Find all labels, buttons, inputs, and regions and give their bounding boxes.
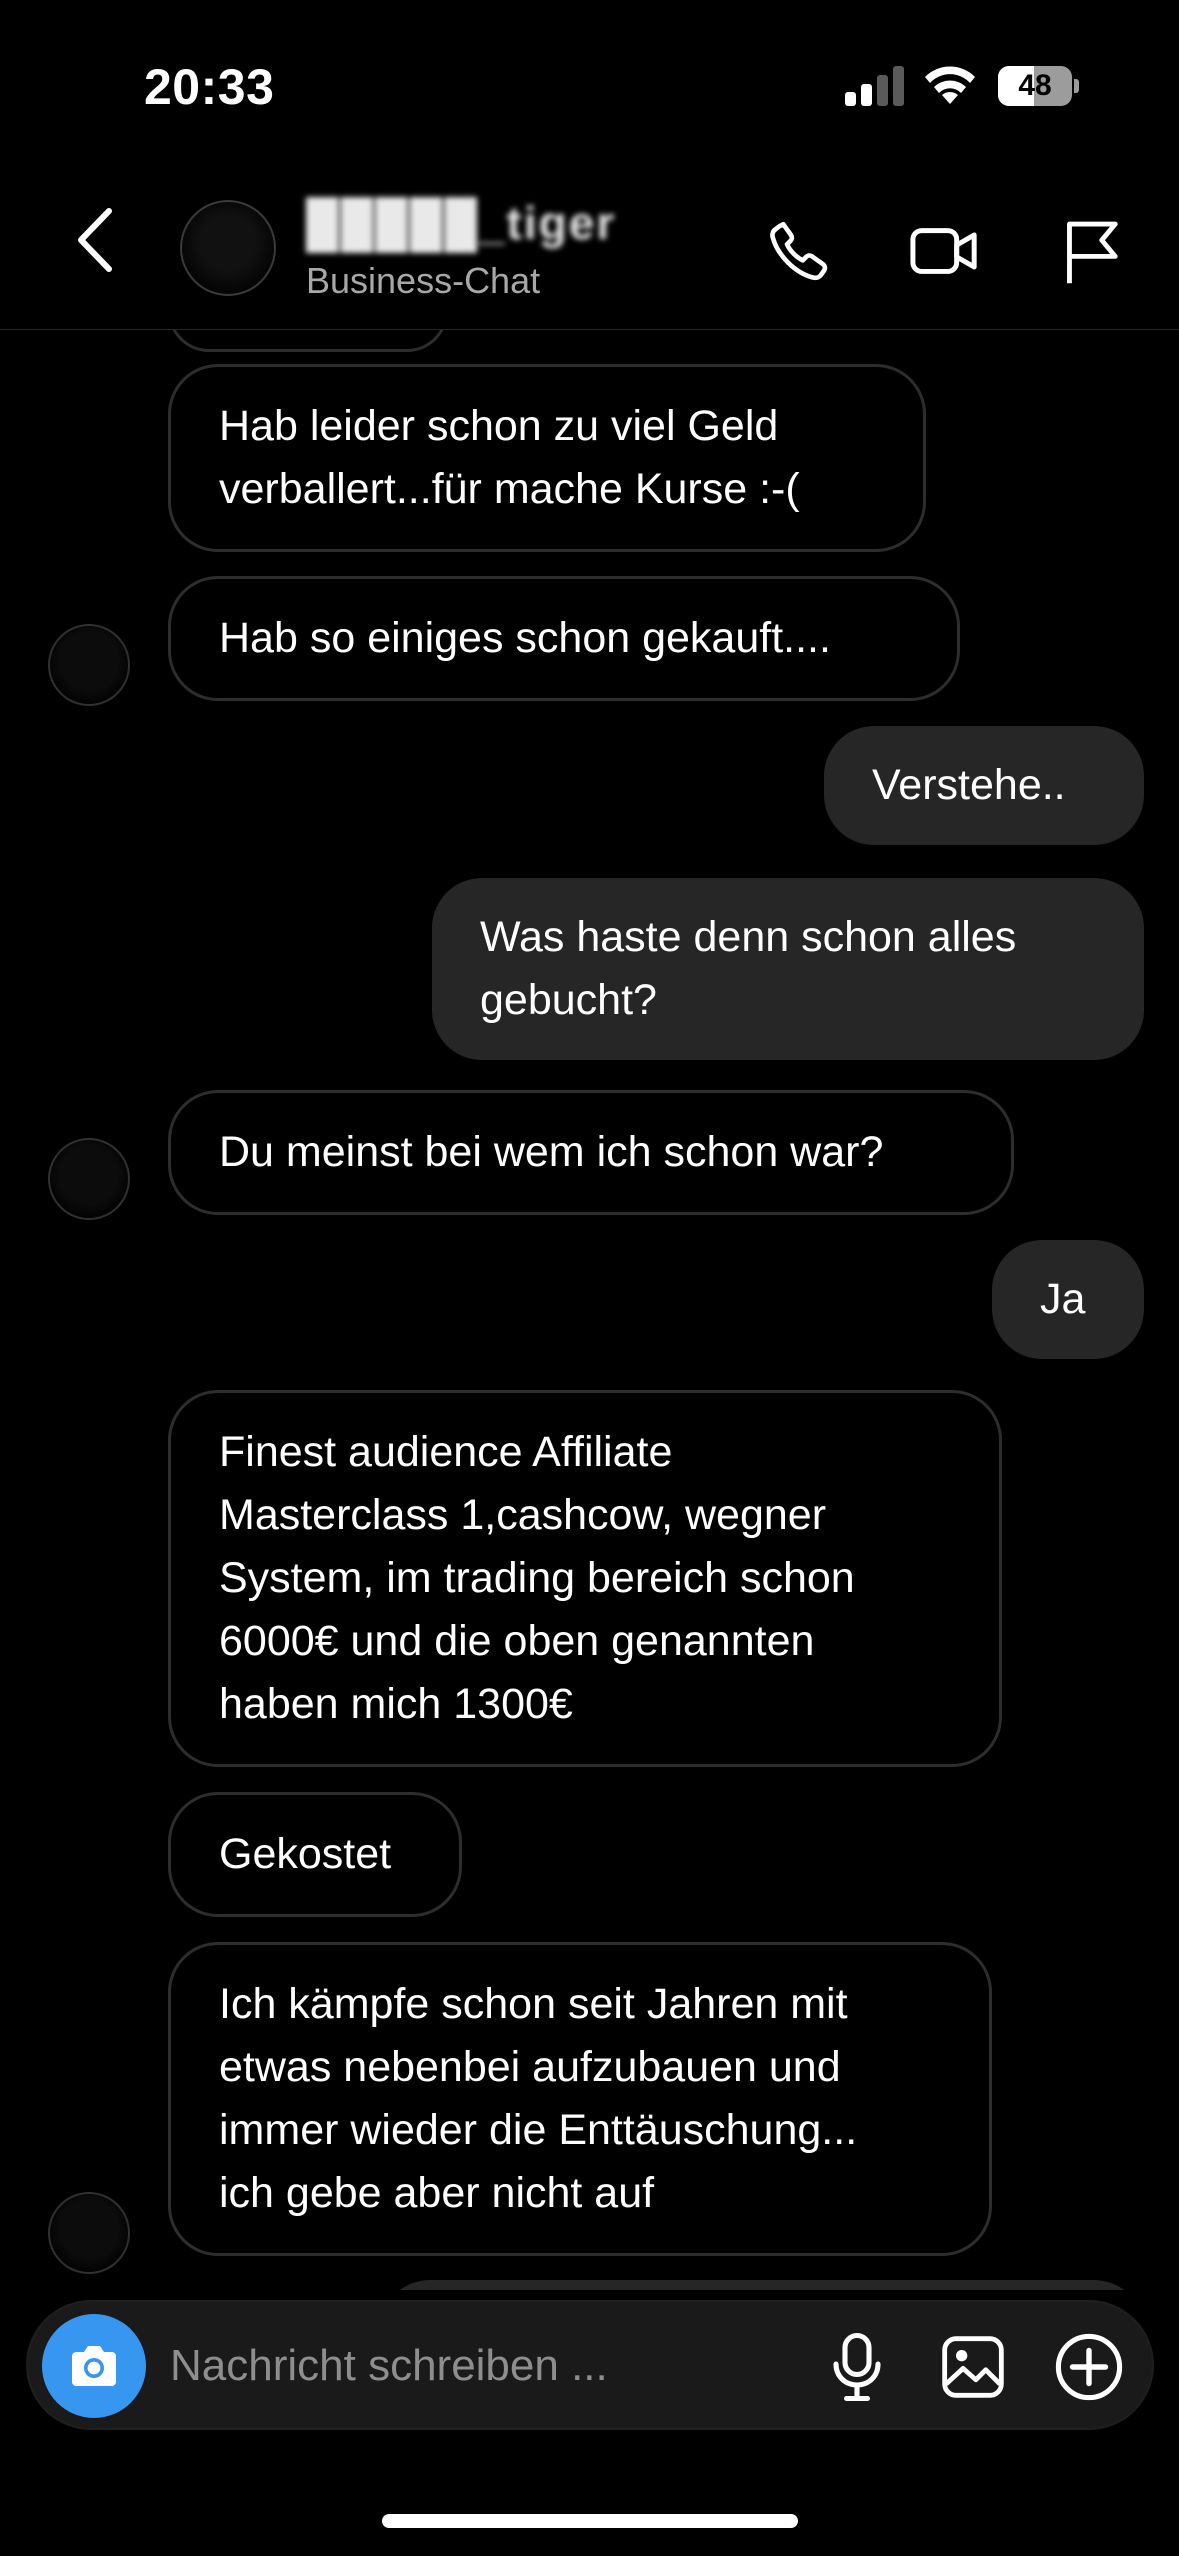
message-bubble-outgoing[interactable]: Ja (992, 1240, 1144, 1359)
home-indicator[interactable] (382, 2514, 798, 2528)
contact-name[interactable]: █████_tiger (306, 196, 616, 250)
more-options-button[interactable] (1044, 2322, 1134, 2412)
message-bubble-incoming[interactable]: Ich kämpfe schon seit Jahren mit etwas n… (168, 1942, 992, 2256)
sender-avatar[interactable] (48, 624, 130, 706)
message-bubble-outgoing[interactable]: Verstehe.. (824, 726, 1144, 845)
video-call-button[interactable] (900, 206, 990, 296)
wifi-icon (925, 66, 975, 104)
message-bubble-outgoing[interactable]: Was haste denn schon alles gebucht? (432, 878, 1144, 1060)
contact-avatar[interactable] (180, 200, 276, 296)
status-time: 20:33 (144, 59, 275, 115)
message-bubble-incoming[interactable]: Hab leider schon zu viel Geld verballert… (168, 364, 926, 552)
message-thread[interactable]: Hab leider schon zu viel Geld verballert… (0, 330, 1179, 2290)
battery-percent: 48 (1018, 69, 1052, 102)
status-bar: 20:33 48 (0, 0, 1179, 170)
back-button[interactable] (60, 200, 130, 280)
message-bubble-incoming[interactable]: Gekostet (168, 1792, 462, 1917)
report-button[interactable] (1046, 206, 1136, 296)
voice-message-button[interactable] (812, 2322, 902, 2412)
plus-circle-icon (1055, 2333, 1123, 2401)
gallery-button[interactable] (928, 2322, 1018, 2412)
contact-subtitle: Business-Chat (306, 260, 541, 301)
battery-icon: 48 (998, 66, 1079, 106)
camera-button[interactable] (42, 2314, 146, 2418)
cellular-signal-icon (845, 64, 905, 106)
chat-header: █████_tiger Business-Chat (0, 170, 1179, 330)
phone-icon (770, 221, 828, 281)
voice-call-button[interactable] (754, 206, 844, 296)
message-bubble-incoming[interactable]: Finest audience Affiliate Masterclass 1,… (168, 1390, 1002, 1767)
message-bubble-partial[interactable] (168, 330, 448, 352)
message-composer (26, 2300, 1154, 2430)
sender-avatar[interactable] (48, 1138, 130, 1220)
camera-icon (72, 2346, 116, 2386)
sender-avatar[interactable] (48, 2192, 130, 2274)
message-bubble-incoming[interactable]: Hab so einiges schon gekauft.... (168, 576, 960, 701)
image-icon (942, 2336, 1004, 2398)
message-bubble-partial[interactable] (380, 2280, 1144, 2290)
chevron-left-icon (78, 208, 112, 272)
message-bubble-incoming[interactable]: Du meinst bei wem ich schon war? (168, 1090, 1014, 1215)
flag-icon (1067, 221, 1118, 284)
microphone-icon (833, 2332, 881, 2402)
message-input[interactable] (170, 2326, 690, 2406)
video-camera-icon (910, 228, 977, 274)
